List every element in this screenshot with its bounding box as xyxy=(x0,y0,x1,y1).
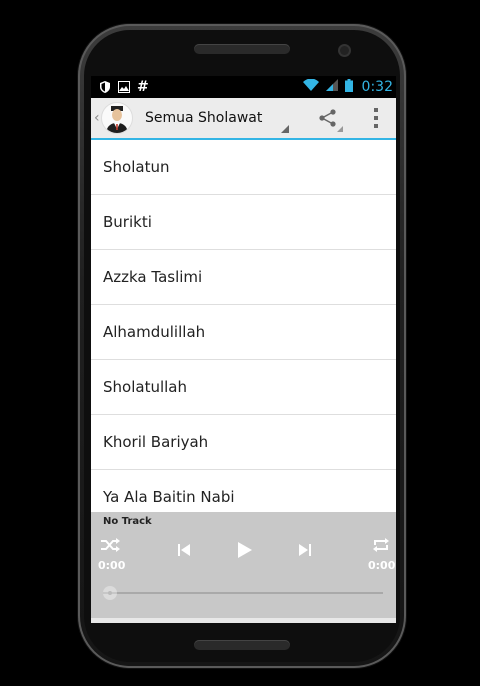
earpiece-speaker xyxy=(194,44,290,54)
overflow-menu-icon[interactable] xyxy=(367,106,385,130)
song-item[interactable]: Alhamdulillah xyxy=(91,305,396,360)
dropdown-indicator-icon xyxy=(281,125,289,133)
up-caret-icon[interactable]: ‹ xyxy=(94,110,100,126)
action-bar: ‹ Semua Sholawat xyxy=(91,98,396,140)
navigation-spinner[interactable]: Semua Sholawat xyxy=(145,98,295,138)
track-title: No Track xyxy=(103,516,152,527)
song-list: Sholatun Burikti Azzka Taslimi Alhamduli… xyxy=(91,140,396,525)
shuffle-button[interactable] xyxy=(99,536,121,554)
elapsed-time: 0:00 xyxy=(98,559,126,572)
share-dropdown-indicator-icon xyxy=(337,126,343,132)
song-item[interactable]: Sholatun xyxy=(91,140,396,195)
user-avatar-icon[interactable] xyxy=(101,102,133,134)
bottom-strip xyxy=(91,618,396,623)
battery-icon xyxy=(344,78,353,96)
bottom-speaker xyxy=(194,640,290,650)
music-player: No Track 0:00 0:00 xyxy=(91,512,396,618)
song-item[interactable]: Azzka Taslimi xyxy=(91,250,396,305)
image-icon xyxy=(118,81,130,93)
repeat-icon xyxy=(373,538,389,552)
share-icon xyxy=(319,109,336,127)
seek-thumb-center xyxy=(108,591,112,595)
previous-icon xyxy=(178,544,190,556)
app-screen: # 0:32 ‹ Semua Sholawat Sholatun Burikti… xyxy=(91,76,396,623)
page-title: Semua Sholawat xyxy=(145,110,263,126)
next-icon xyxy=(299,544,311,556)
hash-icon: # xyxy=(137,79,149,95)
shield-icon xyxy=(99,81,111,93)
next-button[interactable] xyxy=(296,541,314,559)
repeat-button[interactable] xyxy=(370,536,392,554)
song-item[interactable]: Burikti xyxy=(91,195,396,250)
play-icon xyxy=(238,542,252,558)
seek-bar[interactable] xyxy=(103,592,383,594)
front-camera xyxy=(340,46,349,55)
play-button[interactable] xyxy=(233,539,255,561)
duration-time: 0:00 xyxy=(368,559,396,572)
song-item[interactable]: Khoril Bariyah xyxy=(91,415,396,470)
status-bar: # 0:32 xyxy=(91,76,396,98)
previous-button[interactable] xyxy=(175,541,193,559)
shuffle-icon xyxy=(101,538,120,552)
signal-icon xyxy=(325,79,338,95)
wifi-icon xyxy=(302,78,319,95)
song-item[interactable]: Sholatullah xyxy=(91,360,396,415)
status-clock: 0:32 xyxy=(361,79,393,95)
